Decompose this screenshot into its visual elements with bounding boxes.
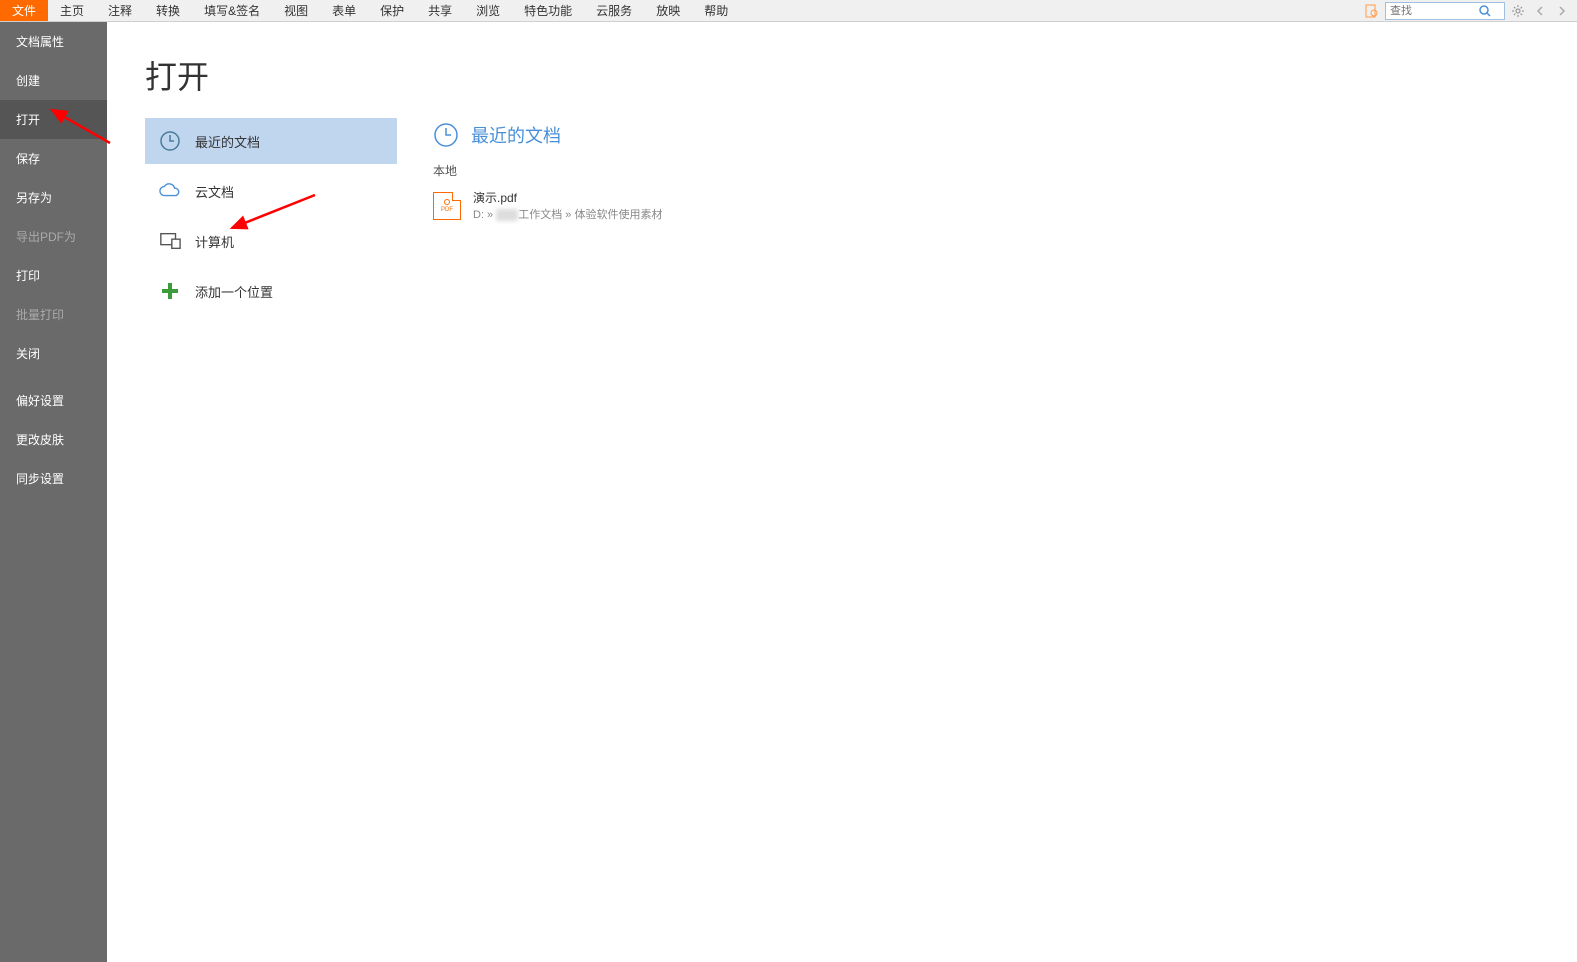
sidebar-item-4[interactable]: 另存为 <box>0 178 107 217</box>
menu-tab-2[interactable]: 注释 <box>96 0 144 21</box>
clock-icon <box>433 122 459 148</box>
location-list: 最近的文档云文档计算机添加一个位置 <box>145 118 397 314</box>
menu-tab-0[interactable]: 文件 <box>0 0 48 21</box>
search-icon[interactable] <box>1476 2 1494 20</box>
menu-tab-6[interactable]: 表单 <box>320 0 368 21</box>
sidebar-item-12[interactable]: 同步设置 <box>0 459 107 498</box>
location-clock[interactable]: 最近的文档 <box>145 118 397 164</box>
menu-tab-8[interactable]: 共享 <box>416 0 464 21</box>
sidebar-item-1[interactable]: 创建 <box>0 61 107 100</box>
location-computer[interactable]: 计算机 <box>145 218 397 264</box>
menu-tab-1[interactable]: 主页 <box>48 0 96 21</box>
nav-prev-icon[interactable] <box>1531 2 1549 20</box>
menu-tab-12[interactable]: 放映 <box>644 0 692 21</box>
recent-file-row[interactable]: PDF 演示.pdfD: » xxxx工作文档 » 体验软件使用素材 <box>433 185 1577 226</box>
topbar-spacer <box>740 0 1363 21</box>
sidebar-gap <box>0 373 107 381</box>
recent-heading: 最近的文档 <box>471 122 561 148</box>
menu-tab-13[interactable]: 帮助 <box>692 0 740 21</box>
location-label: 计算机 <box>195 232 234 251</box>
sidebar-item-10[interactable]: 偏好设置 <box>0 381 107 420</box>
menu-tabs: 文件主页注释转换填写&签名视图表单保护共享浏览特色功能云服务放映帮助 <box>0 0 740 21</box>
clock-icon <box>159 130 181 152</box>
sidebar-item-6[interactable]: 打印 <box>0 256 107 295</box>
menu-tab-7[interactable]: 保护 <box>368 0 416 21</box>
search-page-icon[interactable] <box>1363 2 1381 20</box>
menu-tab-11[interactable]: 云服务 <box>584 0 644 21</box>
search-box[interactable] <box>1385 2 1505 20</box>
location-cloud[interactable]: 云文档 <box>145 168 397 214</box>
open-panel: 打开 最近的文档云文档计算机添加一个位置 最近的文档 本地 PDF 演示.pdfD… <box>107 22 1577 962</box>
file-path: D: » xxxx工作文档 » 体验软件使用素材 <box>473 206 662 222</box>
open-panel-right: 最近的文档 本地 PDF 演示.pdfD: » xxxx工作文档 » 体验软件使用… <box>397 22 1577 962</box>
sidebar-item-3[interactable]: 保存 <box>0 139 107 178</box>
recent-section-head: 最近的文档 <box>433 122 1577 148</box>
sidebar-item-2[interactable]: 打开 <box>0 100 107 139</box>
file-meta: 演示.pdfD: » xxxx工作文档 » 体验软件使用素材 <box>473 189 662 222</box>
menu-tab-10[interactable]: 特色功能 <box>512 0 584 21</box>
settings-icon[interactable] <box>1509 2 1527 20</box>
nav-next-icon[interactable] <box>1553 2 1571 20</box>
sidebar-item-5: 导出PDF为 <box>0 217 107 256</box>
location-label: 最近的文档 <box>195 132 260 151</box>
panel-title: 打开 <box>145 52 397 98</box>
top-menu-bar: 文件主页注释转换填写&签名视图表单保护共享浏览特色功能云服务放映帮助 <box>0 0 1577 22</box>
recent-file-list: PDF 演示.pdfD: » xxxx工作文档 » 体验软件使用素材 <box>433 185 1577 226</box>
local-label: 本地 <box>433 162 1577 179</box>
menu-tab-3[interactable]: 转换 <box>144 0 192 21</box>
location-plus[interactable]: 添加一个位置 <box>145 268 397 314</box>
search-input[interactable] <box>1386 5 1476 17</box>
menu-tab-5[interactable]: 视图 <box>272 0 320 21</box>
sidebar-item-7: 批量打印 <box>0 295 107 334</box>
file-sidebar: 文档属性创建打开保存另存为导出PDF为打印批量打印关闭偏好设置更改皮肤同步设置 <box>0 22 107 962</box>
menu-tab-9[interactable]: 浏览 <box>464 0 512 21</box>
sidebar-item-8[interactable]: 关闭 <box>0 334 107 373</box>
plus-icon <box>159 280 181 302</box>
sidebar-item-11[interactable]: 更改皮肤 <box>0 420 107 459</box>
cloud-icon <box>159 180 181 202</box>
location-label: 云文档 <box>195 182 234 201</box>
open-panel-left: 打开 最近的文档云文档计算机添加一个位置 <box>107 22 397 962</box>
computer-icon <box>159 230 181 252</box>
sidebar-item-0[interactable]: 文档属性 <box>0 22 107 61</box>
location-label: 添加一个位置 <box>195 282 273 301</box>
pdf-file-icon: PDF <box>433 192 461 220</box>
main-body: 文档属性创建打开保存另存为导出PDF为打印批量打印关闭偏好设置更改皮肤同步设置 … <box>0 22 1577 962</box>
topbar-right <box>1363 0 1577 21</box>
menu-tab-4[interactable]: 填写&签名 <box>192 0 272 21</box>
file-name: 演示.pdf <box>473 189 662 206</box>
